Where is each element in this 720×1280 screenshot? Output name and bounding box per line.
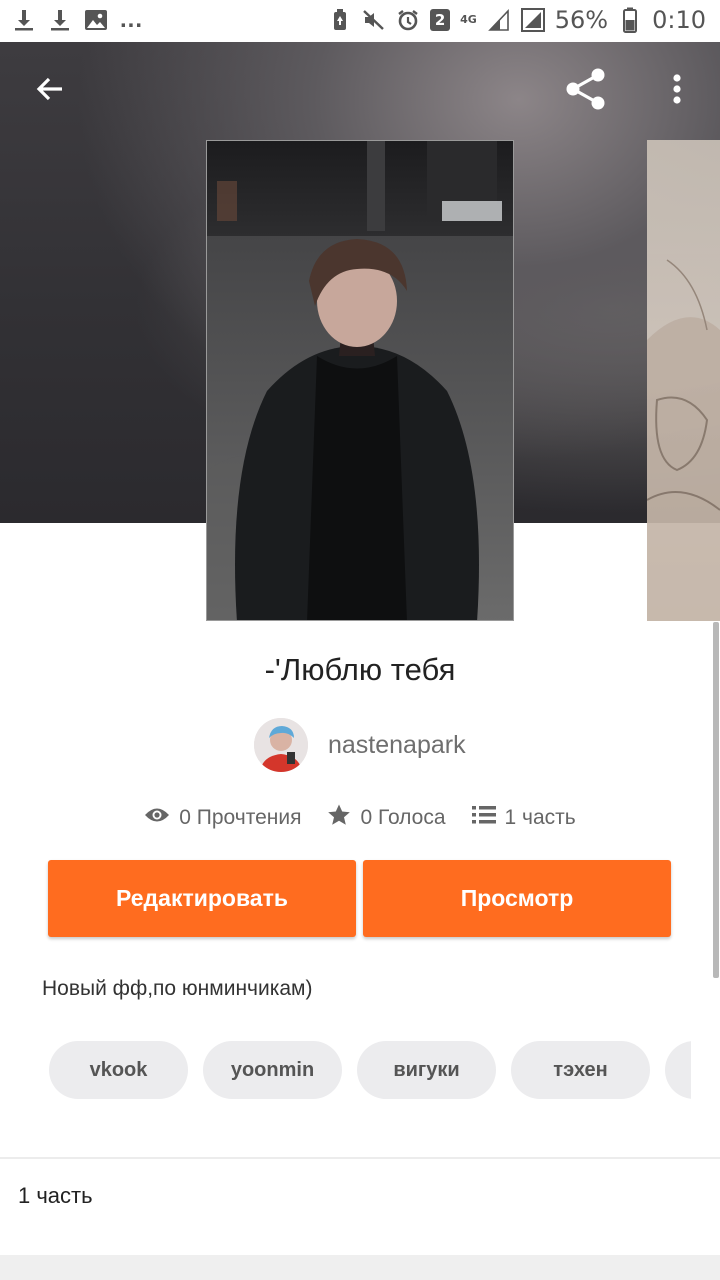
parts-count: 1 часть xyxy=(504,806,576,829)
preview-button[interactable]: Просмотр xyxy=(363,860,671,937)
arrow-left-icon xyxy=(34,73,66,110)
story-cover-image[interactable] xyxy=(206,140,514,621)
next-cover-image[interactable] xyxy=(647,140,720,621)
clock: 0:10 xyxy=(652,6,706,34)
parts-list-label: 1 часть xyxy=(18,1183,93,1208)
edit-button[interactable]: Редактировать xyxy=(48,860,356,937)
more-options-button[interactable] xyxy=(645,59,709,123)
votes-stat: 0 Голоса xyxy=(327,803,446,833)
signal-icon xyxy=(520,6,545,34)
more-notifications: ... xyxy=(120,6,144,33)
signal-icon xyxy=(487,6,511,34)
tag-chip[interactable]: вигуки xyxy=(357,1041,496,1099)
story-title: -'Люблю тебя xyxy=(264,652,456,687)
battery-icon xyxy=(618,6,642,34)
notification-count-badge: 2 xyxy=(430,9,451,31)
status-bar: ... 2 4G 56% 0:10 xyxy=(0,0,720,42)
tag-chip[interactable]: vkook xyxy=(49,1041,188,1099)
battery-percent: 56% xyxy=(554,6,609,34)
bottom-strip xyxy=(0,1255,720,1280)
tag-chip[interactable]: yoonmin xyxy=(203,1041,342,1099)
status-bar-right: 2 4G 56% 0:10 xyxy=(328,6,706,34)
reads-stat: 0 Прочтения xyxy=(144,806,301,830)
parts-stat: 1 часть xyxy=(471,805,576,831)
status-bar-left: ... xyxy=(12,6,143,34)
download-icon xyxy=(12,6,36,34)
download-icon xyxy=(48,6,72,34)
network-type: 4G xyxy=(460,13,477,26)
tag-chip[interactable] xyxy=(665,1041,691,1099)
story-stats: 0 Прочтения 0 Голоса 1 часть xyxy=(0,803,720,833)
more-vertical-icon xyxy=(672,73,682,110)
reads-count: 0 Прочтения xyxy=(179,806,302,829)
scrollbar[interactable] xyxy=(713,622,719,978)
parts-list-row[interactable]: 1 часть xyxy=(0,1159,720,1233)
author-name: nastenapark xyxy=(328,730,466,759)
tag-list: vkook yoonmin вигуки тэхен xyxy=(49,1041,691,1099)
back-button[interactable] xyxy=(18,59,82,123)
mute-icon xyxy=(362,6,386,34)
tag-chip[interactable]: тэхен xyxy=(511,1041,650,1099)
share-button[interactable] xyxy=(554,59,618,123)
author-link[interactable]: nastenapark xyxy=(254,718,466,772)
battery-saver-icon xyxy=(328,6,352,34)
star-icon xyxy=(327,803,351,833)
avatar xyxy=(254,718,308,772)
votes-count: 0 Голоса xyxy=(360,806,446,829)
alarm-icon xyxy=(396,6,420,34)
story-description: Новый фф,по юнминчикам) xyxy=(42,977,313,1000)
image-icon xyxy=(84,6,108,34)
list-icon xyxy=(471,805,496,831)
share-icon xyxy=(564,67,608,116)
eye-icon xyxy=(144,806,170,830)
